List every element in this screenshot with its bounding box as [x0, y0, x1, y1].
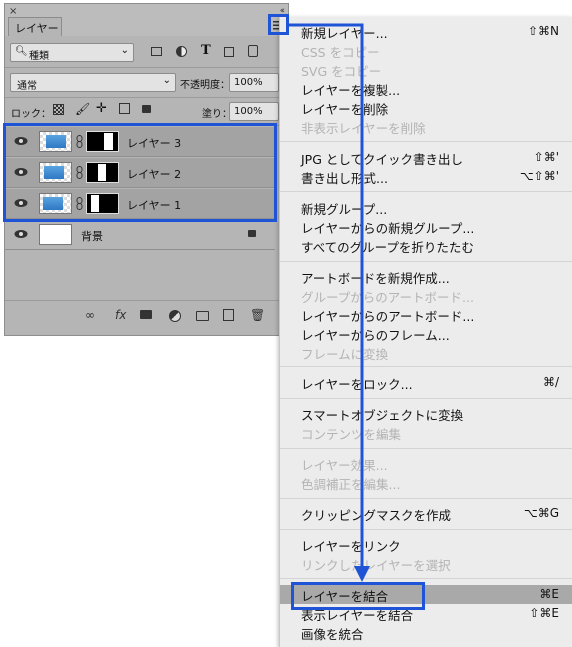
annotation-arrow: [289, 23, 370, 582]
